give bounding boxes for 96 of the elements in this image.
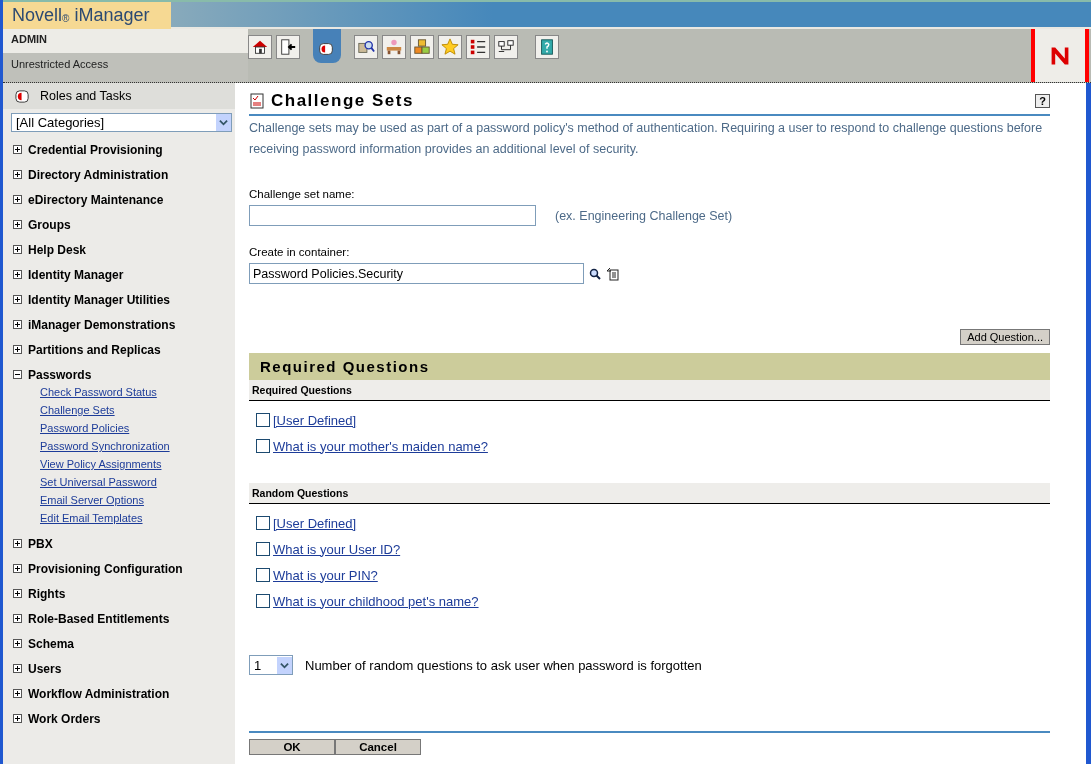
roles-icon <box>317 40 335 58</box>
category-item[interactable]: Rights <box>28 586 66 601</box>
expand-icon[interactable] <box>13 639 22 648</box>
field-label: Challenge set name: <box>249 188 356 200</box>
category-item[interactable]: Role-Based Entitlements <box>28 611 170 626</box>
history-list-icon[interactable] <box>606 266 620 281</box>
expand-icon[interactable] <box>13 220 22 229</box>
add-question-button[interactable]: Add Question... <box>960 329 1050 345</box>
category-item[interactable]: Partitions and Replicas <box>28 342 161 357</box>
question-checkbox[interactable] <box>256 516 270 530</box>
task-link[interactable]: Set Universal Password <box>40 473 157 491</box>
challenge-set-name-field[interactable] <box>249 205 536 226</box>
category-item[interactable]: Provisioning Configuration <box>28 561 183 576</box>
question-checkbox[interactable] <box>256 568 270 582</box>
sidebar-title: Roles and Tasks <box>40 89 132 103</box>
group-header: Random Questions <box>249 483 1050 504</box>
category-item[interactable]: Directory Administration <box>28 167 169 182</box>
expand-icon[interactable] <box>13 589 22 598</box>
question-link[interactable]: [User Defined] <box>273 412 357 428</box>
category-item[interactable]: Identity Manager <box>28 267 124 282</box>
question-link[interactable]: What is your mother's maiden name? <box>273 438 488 454</box>
field-hint: (ex. Engineering Challenge Set) <box>555 208 733 223</box>
exit-icon <box>279 38 297 56</box>
task-link[interactable]: Password Synchronization <box>40 437 170 455</box>
expand-icon[interactable] <box>13 270 22 279</box>
toolbar-button[interactable] <box>313 29 341 63</box>
question-checkbox[interactable] <box>256 413 270 427</box>
page-title: Challenge Sets <box>271 91 415 111</box>
task-link[interactable]: Challenge Sets <box>40 401 115 419</box>
category-item[interactable]: Workflow Administration <box>28 686 170 701</box>
question-checkbox[interactable] <box>256 594 270 608</box>
roles-icon <box>15 88 30 104</box>
question-count-label: Number of random questions to ask user when password is forgotten <box>305 657 702 673</box>
category-dropdown[interactable]: [All Categories] <box>11 113 232 132</box>
expand-icon[interactable] <box>13 170 22 179</box>
form-button[interactable]: OK <box>249 739 335 755</box>
collapse-icon[interactable] <box>13 370 22 379</box>
search-icon <box>357 38 375 56</box>
desk-icon <box>385 38 403 56</box>
category-item[interactable]: iManager Demonstrations <box>28 317 176 332</box>
question-link[interactable]: What is your childhood pet's name? <box>273 593 479 609</box>
expand-icon[interactable] <box>13 689 22 698</box>
field-label: Create in container: <box>249 246 351 258</box>
container-field[interactable]: Password Policies.Security <box>249 263 584 284</box>
category-item[interactable]: Passwords <box>28 367 92 382</box>
category-item[interactable]: PBX <box>28 536 53 551</box>
section-header: Required Questions <box>249 353 1050 380</box>
help-button[interactable]: ? <box>1035 94 1050 108</box>
category-item[interactable]: eDirectory Maintenance <box>28 192 164 207</box>
search-icon[interactable] <box>588 266 602 281</box>
expand-icon[interactable] <box>13 295 22 304</box>
toolbar-button[interactable] <box>494 35 518 59</box>
expand-icon[interactable] <box>13 245 22 254</box>
task-link[interactable]: View Policy Assignments <box>40 455 162 473</box>
form-button[interactable]: Cancel <box>335 739 421 755</box>
n-logo-icon <box>1031 29 1089 82</box>
toolbar-button[interactable] <box>354 35 378 59</box>
cubes-icon <box>413 38 431 56</box>
expand-icon[interactable] <box>13 664 22 673</box>
toolbar-button[interactable] <box>466 35 490 59</box>
category-item[interactable]: Groups <box>28 217 71 232</box>
question-link[interactable]: What is your User ID? <box>273 541 401 557</box>
help-icon <box>538 38 556 56</box>
expand-icon[interactable] <box>13 614 22 623</box>
question-count-dropdown[interactable]: 1 <box>249 655 293 675</box>
category-item[interactable]: Help Desk <box>28 242 87 257</box>
category-item[interactable]: Credential Provisioning <box>28 142 163 157</box>
category-item[interactable]: Identity Manager Utilities <box>28 292 171 307</box>
expand-icon[interactable] <box>13 539 22 548</box>
expand-icon[interactable] <box>13 145 22 154</box>
question-link[interactable]: What is your PIN? <box>273 567 378 583</box>
task-link[interactable]: Password Policies <box>40 419 130 437</box>
expand-icon[interactable] <box>13 345 22 354</box>
toolbar-button[interactable] <box>276 35 300 59</box>
expand-icon[interactable] <box>13 564 22 573</box>
page-description: Challenge sets may be used as part of a password policy's method of authentication. Requiring a user to respond to challenge questions before receiving password information provides an additional level of security. <box>249 120 1044 158</box>
star-icon <box>441 38 459 56</box>
home-icon <box>251 38 269 56</box>
task-link[interactable]: Email Server Options <box>40 491 144 509</box>
user-name: ADMIN <box>11 33 49 45</box>
question-checkbox[interactable] <box>256 542 270 556</box>
expand-icon[interactable] <box>13 195 22 204</box>
group-header: Required Questions <box>249 380 1050 401</box>
category-item[interactable]: Users <box>28 661 62 676</box>
toolbar-button[interactable] <box>248 35 272 59</box>
expand-icon[interactable] <box>13 714 22 723</box>
challenge-form-icon <box>249 93 265 109</box>
access-level: Unrestricted Access <box>11 58 110 70</box>
question-link[interactable]: [User Defined] <box>273 515 357 531</box>
checklist-icon <box>469 38 487 56</box>
task-link[interactable]: Check Password Status <box>40 383 157 401</box>
category-item[interactable]: Schema <box>28 636 75 651</box>
category-item[interactable]: Work Orders <box>28 711 101 726</box>
expand-icon[interactable] <box>13 320 22 329</box>
question-checkbox[interactable] <box>256 439 270 453</box>
task-link[interactable]: Edit Email Templates <box>40 509 143 527</box>
